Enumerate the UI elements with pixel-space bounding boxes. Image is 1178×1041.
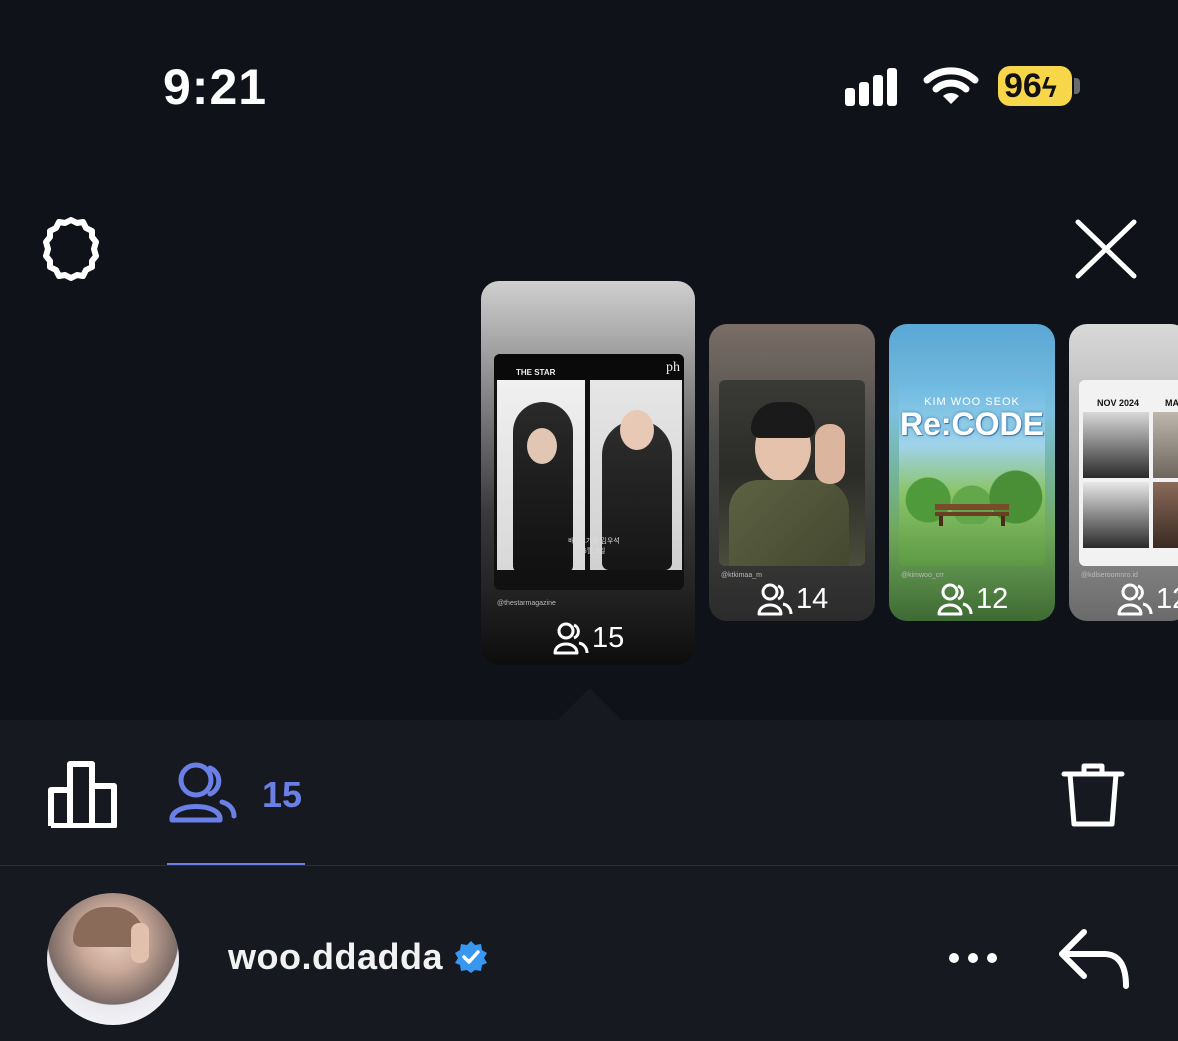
battery-level: 96 (1004, 67, 1042, 105)
battery-nub (1074, 78, 1080, 94)
avatar[interactable] (47, 893, 179, 1025)
more-dots-icon[interactable] (948, 950, 998, 966)
magazine-caption: 배우&가수 김우석 5월 3일 (568, 538, 620, 555)
magazine-mark: ph (666, 360, 680, 375)
story-viewer-count: 12 (1117, 582, 1178, 616)
viewers-icon[interactable] (166, 760, 238, 828)
story-viewer-count: 15 (553, 621, 624, 655)
story-thumbnail: THE STAR ph 배우&가수 김우석 5월 3일 (494, 354, 684, 590)
magazine-title: THE STAR (516, 368, 556, 377)
story-handle: @ktkimaa_m (721, 572, 762, 579)
gear-icon[interactable] (36, 214, 106, 284)
avatar-hand (131, 923, 149, 963)
hair (751, 402, 815, 438)
viewer-count-value: 14 (796, 582, 829, 615)
story-card[interactable]: KIM WOO SEOK Re:CODE @kimwoo_crr 12 (889, 324, 1055, 621)
story-thumbnail: NOV 2024 MA (1079, 380, 1178, 566)
story-viewer-count: 12 (937, 582, 1008, 616)
poster-title: Re:CODE (899, 406, 1044, 442)
face (620, 410, 654, 450)
viewer-count-value: 12 (976, 582, 1009, 615)
wifi-icon (923, 67, 979, 104)
story-handle: @thestarmagazine (497, 600, 556, 607)
battery-indicator: 96ϟ (998, 66, 1072, 106)
viewer-count-value: 12 (1156, 582, 1178, 615)
bar-chart-icon[interactable] (48, 760, 118, 828)
poster-photo (1153, 482, 1178, 548)
viewers-tab-count[interactable]: 15 (262, 774, 302, 816)
story-card-selected[interactable]: THE STAR ph 배우&가수 김우석 5월 3일 @thestarmaga… (481, 281, 695, 665)
bench-illustration (935, 504, 1009, 526)
viewer-username[interactable]: woo.ddadda (228, 936, 443, 978)
story-thumbnail: KIM WOO SEOK Re:CODE (899, 380, 1045, 566)
viewer-count-value: 15 (592, 621, 625, 654)
story-card[interactable]: NOV 2024 MA @kdlseroomnro.id 12 (1069, 324, 1178, 621)
hand (815, 424, 845, 484)
status-time: 9:21 (163, 59, 268, 115)
story-card[interactable]: @ktkimaa_m 14 (709, 324, 875, 621)
uniform (729, 480, 849, 566)
poster-photo (1083, 482, 1149, 548)
viewers-icon (553, 622, 589, 655)
story-thumbnail (719, 380, 865, 566)
story-viewer-count: 14 (757, 582, 828, 616)
story-handle: @kimwoo_crr (901, 572, 944, 579)
poster-header-right: MA (1165, 398, 1178, 408)
status-bar: 9:21 96ϟ (0, 0, 1178, 180)
reply-arrow-icon[interactable] (1058, 928, 1130, 990)
viewers-icon (1117, 583, 1153, 616)
face (527, 428, 557, 464)
viewers-icon (937, 583, 973, 616)
poster-header-left: NOV 2024 (1097, 398, 1140, 408)
selected-story-pointer (558, 688, 622, 720)
trash-icon[interactable] (1060, 760, 1126, 828)
poster-photo (1153, 412, 1178, 478)
story-handle: @kdlseroomnro.id (1081, 572, 1138, 579)
verified-badge-icon (455, 941, 487, 973)
viewers-icon (757, 583, 793, 616)
divider (0, 865, 1178, 866)
close-icon[interactable] (1074, 218, 1138, 280)
cellular-signal-icon (845, 68, 897, 106)
poster-photo (1083, 412, 1149, 478)
battery-charging-icon: ϟ (1041, 72, 1057, 103)
